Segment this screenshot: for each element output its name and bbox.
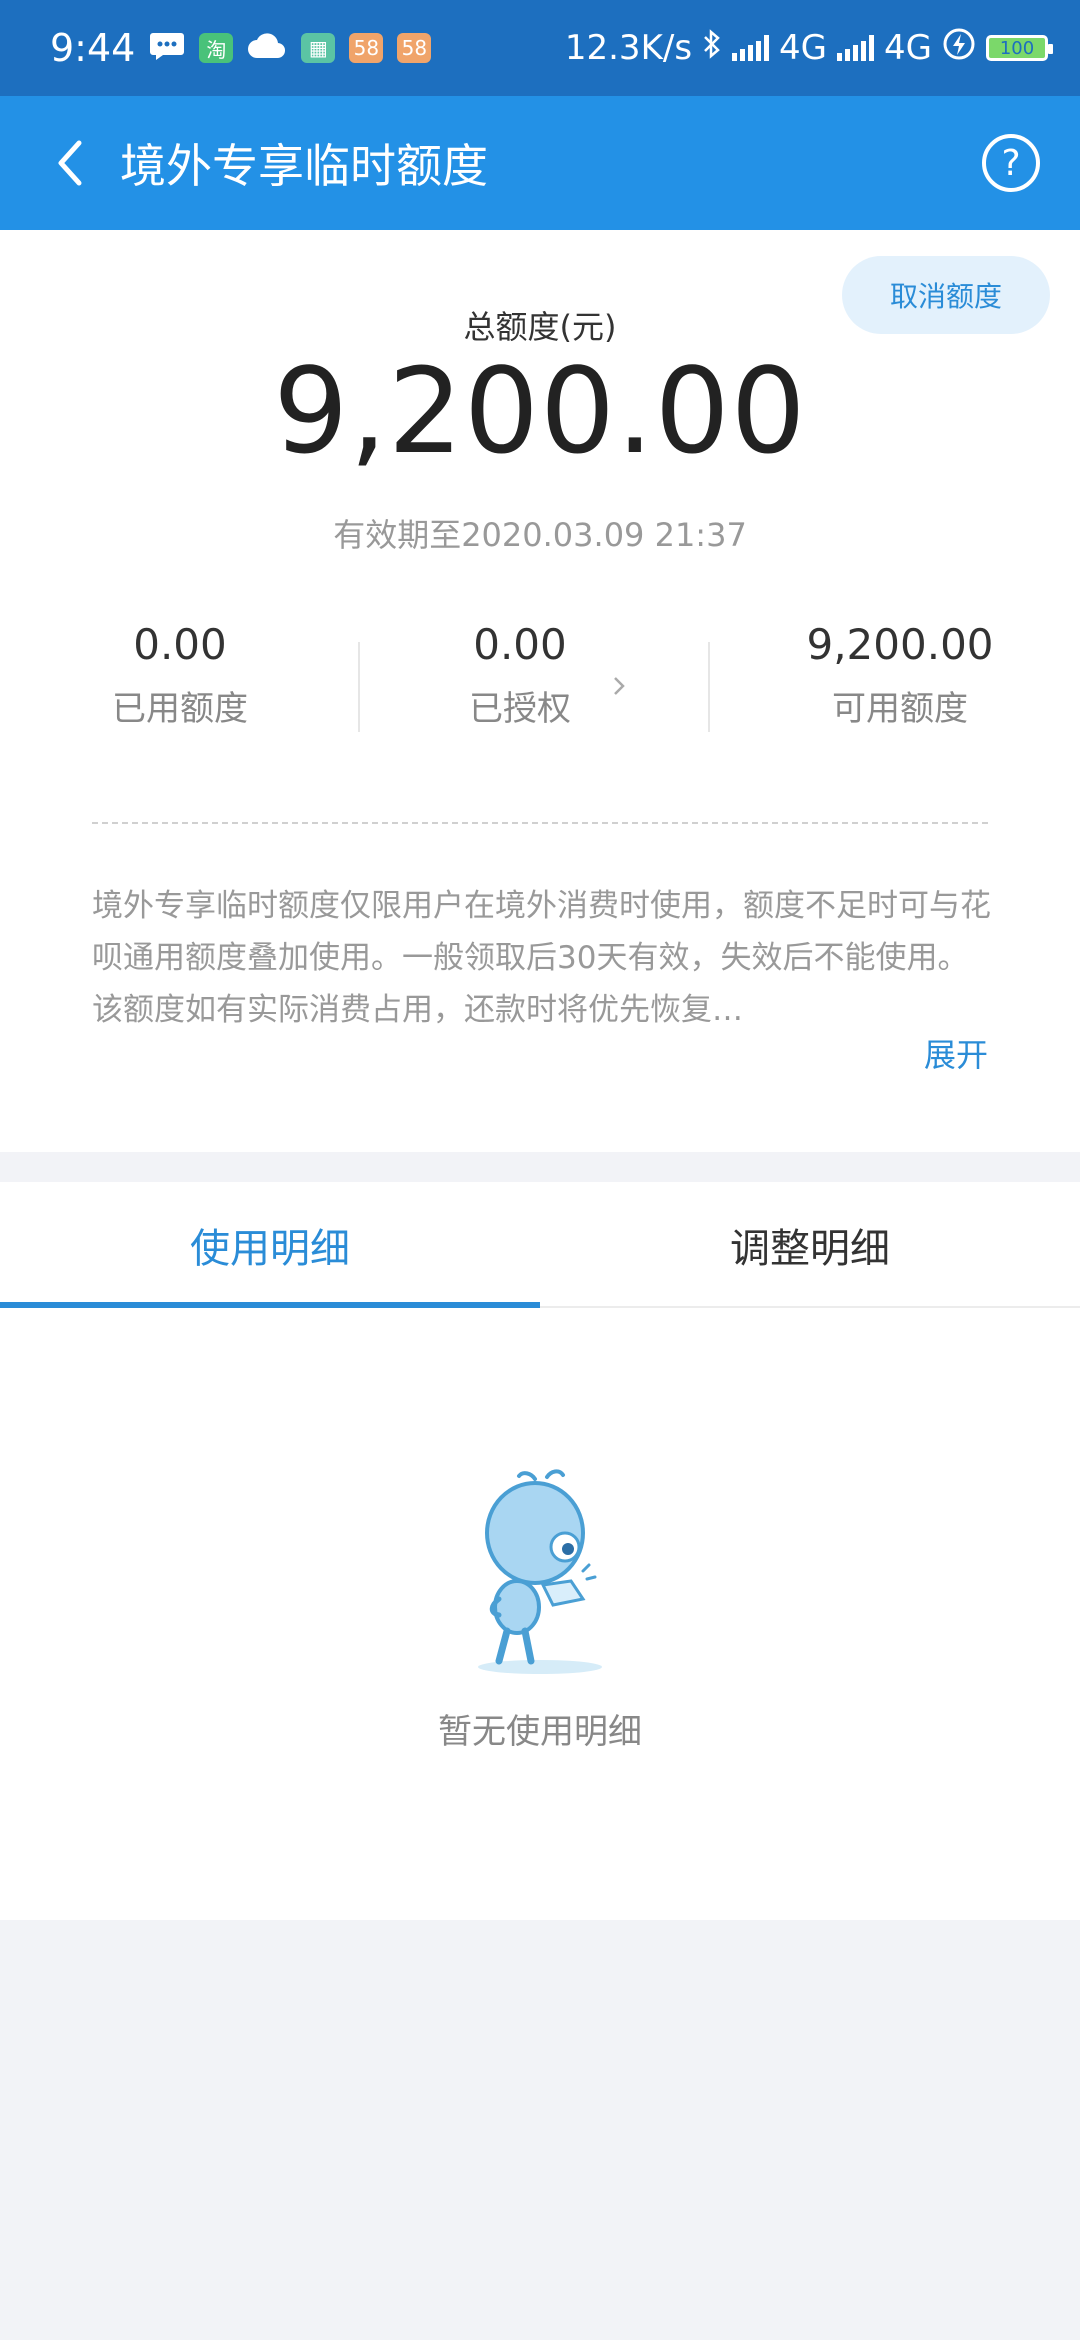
ant-mascot-icon bbox=[455, 1467, 625, 1677]
limit-stats: 0.00 已用额度 0.00 已授权 9,200.00 可用额度 bbox=[0, 620, 1080, 740]
authorized-stat[interactable]: 0.00 已授权 bbox=[340, 620, 700, 730]
signal-icon bbox=[837, 35, 875, 61]
tab-adjustment-details[interactable]: 调整明细 bbox=[540, 1182, 1080, 1308]
net-speed: 12.3K/s bbox=[564, 28, 693, 68]
header-bar: 境外专享临时额度 ? bbox=[0, 96, 1080, 230]
dashed-divider bbox=[92, 822, 988, 824]
tab-usage-details[interactable]: 使用明细 bbox=[0, 1182, 540, 1308]
network-label: 4G bbox=[884, 28, 932, 68]
validity-date: 有效期至2020.03.09 21:37 bbox=[333, 516, 747, 554]
used-limit-label: 已用额度 bbox=[112, 689, 248, 729]
used-limit-value: 0.00 bbox=[133, 620, 227, 669]
58-icon: 58 bbox=[397, 33, 432, 63]
limit-card: 取消额度 总额度(元) 9,200.00 有效期至2020.03.09 21:3… bbox=[0, 230, 1080, 1152]
status-bar: 9:44 淘 ▦ 58 58 12.3K/s 4G 4G 100 bbox=[0, 0, 1080, 96]
taobao-icon: 淘 bbox=[199, 33, 234, 63]
58-icon: 58 bbox=[349, 33, 384, 63]
tab-divider bbox=[540, 1306, 1080, 1308]
chevron-right-icon bbox=[612, 670, 626, 705]
cloud-phone-icon bbox=[247, 32, 287, 64]
network-label: 4G bbox=[779, 28, 828, 68]
page-title: 境外专享临时额度 bbox=[120, 139, 488, 193]
details-panel: 使用明细 调整明细 暂无使用明细 bbox=[0, 1182, 1080, 1920]
battery-icon: 100 bbox=[986, 35, 1053, 61]
bluetooth-icon bbox=[702, 28, 722, 69]
used-limit-stat: 0.00 已用额度 bbox=[0, 620, 360, 730]
stat-divider bbox=[708, 642, 710, 732]
status-time: 9:44 bbox=[50, 26, 136, 70]
back-icon[interactable] bbox=[40, 133, 100, 193]
limit-description: 境外专享临时额度仅限用户在境外消费时使用，额度不足时可与花呗通用额度叠加使用。一… bbox=[92, 888, 991, 1028]
app-icon: ▦ bbox=[301, 33, 336, 63]
stat-divider bbox=[358, 642, 360, 732]
available-limit-label: 可用额度 bbox=[832, 689, 968, 729]
charging-icon bbox=[942, 27, 976, 70]
expand-link[interactable]: 展开 bbox=[924, 1030, 988, 1076]
empty-state-text: 暂无使用明细 bbox=[438, 1712, 642, 1752]
total-limit-amount: 9,200.00 bbox=[273, 342, 807, 480]
help-icon[interactable]: ? bbox=[982, 134, 1040, 192]
authorized-label: 已授权 bbox=[469, 689, 571, 729]
signal-icon bbox=[732, 35, 770, 61]
available-limit-value: 9,200.00 bbox=[806, 620, 994, 669]
active-tab-indicator bbox=[0, 1302, 540, 1308]
authorized-value: 0.00 bbox=[473, 620, 567, 669]
available-limit-stat: 9,200.00 可用额度 bbox=[720, 620, 1080, 730]
message-icon bbox=[149, 31, 185, 65]
